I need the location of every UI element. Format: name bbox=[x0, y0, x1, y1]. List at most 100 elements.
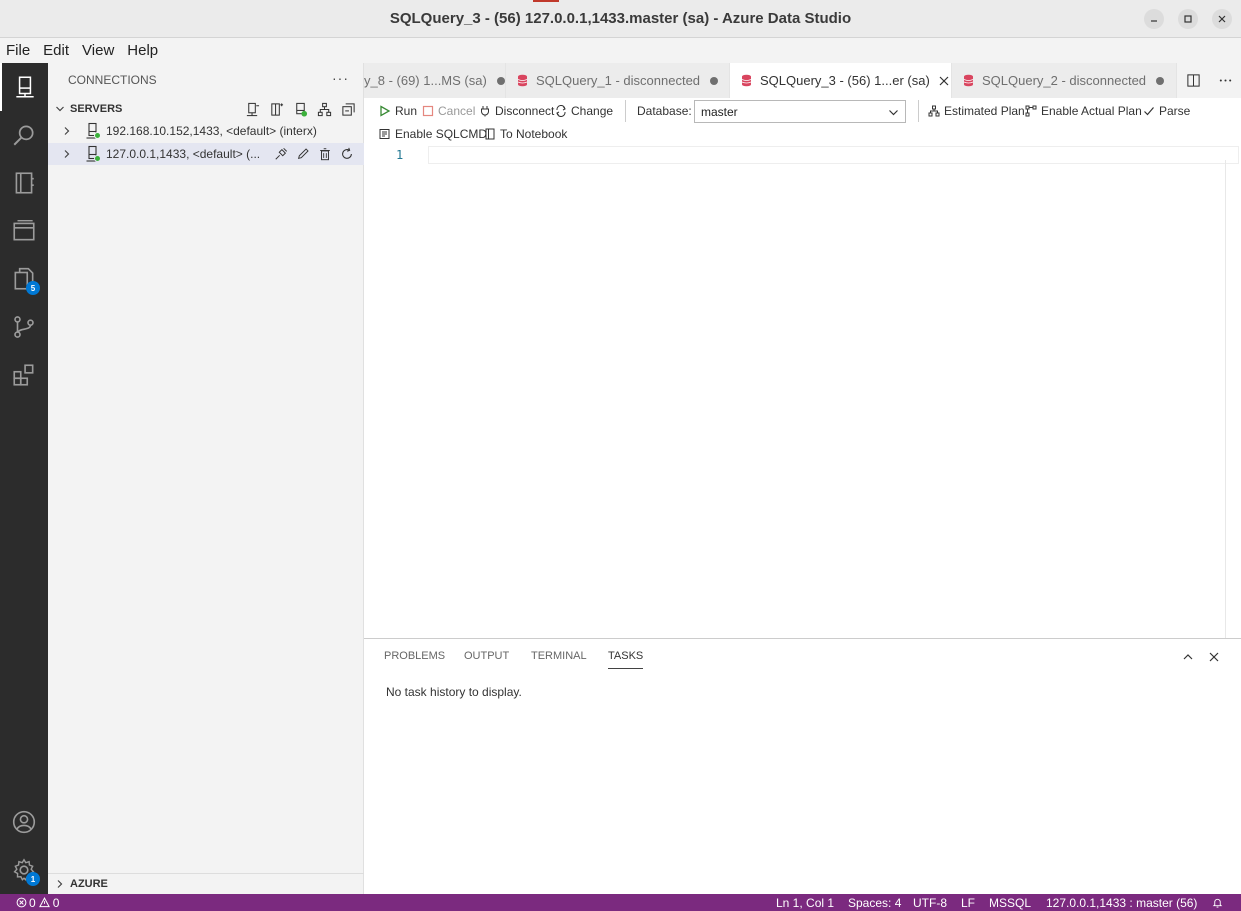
activity-settings[interactable]: 1 bbox=[0, 846, 48, 894]
activity-source-control[interactable] bbox=[0, 303, 48, 351]
database-dropdown[interactable]: master bbox=[694, 100, 906, 123]
warning-icon bbox=[38, 897, 50, 908]
disconnect-server-button[interactable] bbox=[270, 145, 292, 163]
delete-connection-button[interactable] bbox=[314, 145, 336, 163]
eol-status[interactable]: LF bbox=[961, 895, 975, 910]
language-status[interactable]: MSSQL bbox=[989, 895, 1031, 910]
connections-icon bbox=[16, 76, 34, 98]
encoding-status[interactable]: UTF-8 bbox=[913, 895, 947, 910]
tab-terminal[interactable]: TERMINAL bbox=[531, 650, 587, 662]
window-title: SQLQuery_3 - (56) 127.0.0.1,1433.master … bbox=[389, 10, 852, 27]
more-icon[interactable] bbox=[1218, 73, 1233, 88]
chevron-right-icon[interactable] bbox=[60, 149, 74, 159]
disconnect-label: Disconnect bbox=[495, 104, 555, 118]
panel-actions bbox=[1175, 649, 1227, 665]
close-window-button[interactable] bbox=[1212, 9, 1232, 29]
close-panel-button[interactable] bbox=[1201, 649, 1227, 665]
server-node[interactable]: 127.0.0.1,1433, <default> (... bbox=[48, 143, 364, 165]
menu-edit[interactable]: Edit bbox=[43, 42, 69, 59]
bottom-panel: PROBLEMS OUTPUT TERMINAL TASKS No task h… bbox=[364, 638, 1241, 894]
problems-status[interactable]: 0 0 bbox=[16, 895, 59, 910]
servers-section-header[interactable]: SERVERS bbox=[48, 98, 364, 120]
maximize-button[interactable] bbox=[1178, 9, 1198, 29]
tab-query-8[interactable]: y_8 - (69) 1...MS (sa) bbox=[364, 63, 506, 98]
run-button[interactable]: Run bbox=[379, 101, 417, 121]
collapse-all-button[interactable] bbox=[312, 99, 336, 119]
estimated-plan-button[interactable]: Estimated Plan bbox=[928, 101, 1025, 121]
activity-search[interactable] bbox=[0, 111, 48, 159]
maximize-panel-button[interactable] bbox=[1175, 649, 1201, 665]
bell-icon bbox=[1212, 898, 1223, 908]
cancel-label: Cancel bbox=[438, 104, 476, 118]
connection-status[interactable]: 127.0.0.1,1433 : master (56) bbox=[1046, 895, 1197, 910]
editor-scrollbar[interactable] bbox=[1225, 160, 1226, 638]
notifications-button[interactable] bbox=[1212, 895, 1223, 910]
notebook-icon bbox=[485, 128, 495, 140]
chevron-right-icon[interactable] bbox=[60, 126, 74, 136]
activity-explorer[interactable] bbox=[0, 207, 48, 255]
enable-actual-plan-button[interactable]: Enable Actual Plan bbox=[1025, 101, 1142, 121]
servers-actions bbox=[240, 99, 360, 119]
unsaved-dot-icon bbox=[710, 76, 719, 85]
cancel-button[interactable]: Cancel bbox=[422, 101, 475, 121]
database-icon bbox=[741, 74, 752, 87]
split-editor-icon[interactable] bbox=[1186, 73, 1201, 88]
menu-help[interactable]: Help bbox=[127, 42, 158, 59]
azure-section-header[interactable]: AZURE bbox=[48, 873, 364, 894]
tab-problems[interactable]: PROBLEMS bbox=[384, 650, 445, 662]
more-actions-button[interactable]: ··· bbox=[332, 70, 349, 86]
unsaved-dot-icon bbox=[496, 76, 505, 85]
plug-icon bbox=[275, 147, 288, 160]
error-icon bbox=[16, 897, 27, 908]
collapse-button[interactable] bbox=[336, 99, 360, 119]
server-row-actions bbox=[270, 145, 358, 163]
activity-extensions[interactable] bbox=[0, 351, 48, 399]
activity-connections[interactable] bbox=[0, 63, 48, 111]
connected-status-dot bbox=[94, 132, 101, 139]
menu-file[interactable]: File bbox=[6, 42, 30, 59]
disconnect-icon bbox=[481, 106, 489, 117]
server-icon bbox=[84, 122, 102, 140]
estimated-plan-label: Estimated Plan bbox=[944, 104, 1025, 118]
tab-label: SQLQuery_3 - (56) 1...er (sa) bbox=[760, 73, 930, 88]
new-connection-button[interactable] bbox=[240, 99, 264, 119]
collapse-all-icon bbox=[341, 102, 355, 116]
settings-badge: 1 bbox=[26, 872, 40, 886]
cursor-position[interactable]: Ln 1, Col 1 bbox=[776, 895, 834, 910]
tab-sqlquery-1[interactable]: SQLQuery_1 - disconnected bbox=[506, 63, 730, 98]
tab-label: y_8 - (69) 1...MS (sa) bbox=[364, 73, 487, 88]
minimize-button[interactable] bbox=[1144, 9, 1164, 29]
parse-button[interactable]: Parse bbox=[1143, 101, 1190, 121]
tab-sqlquery-3[interactable]: SQLQuery_3 - (56) 1...er (sa) bbox=[730, 63, 952, 98]
activity-copy[interactable]: 5 bbox=[0, 255, 48, 303]
enable-actual-plan-label: Enable Actual Plan bbox=[1041, 104, 1142, 118]
tab-tasks[interactable]: TASKS bbox=[608, 650, 644, 669]
sqlcmd-icon bbox=[379, 129, 390, 139]
menu-view[interactable]: View bbox=[82, 42, 114, 59]
tab-label: SQLQuery_2 - disconnected bbox=[982, 73, 1147, 88]
change-connection-button[interactable]: Change bbox=[555, 101, 613, 121]
to-notebook-button[interactable]: To Notebook bbox=[484, 124, 567, 144]
server-node[interactable]: 192.168.10.152,1433, <default> (interx) bbox=[48, 120, 364, 142]
tab-output[interactable]: OUTPUT bbox=[464, 650, 509, 662]
query-editor[interactable]: 1 bbox=[364, 144, 1241, 638]
error-count: 0 bbox=[29, 895, 36, 910]
refresh-button[interactable] bbox=[336, 145, 358, 163]
enable-sqlcmd-button[interactable]: Enable SQLCMD bbox=[379, 124, 487, 144]
activity-account[interactable] bbox=[0, 798, 48, 846]
edit-connection-button[interactable] bbox=[292, 145, 314, 163]
tab-sqlquery-2[interactable]: SQLQuery_2 - disconnected bbox=[952, 63, 1177, 98]
title-bar: SQLQuery_3 - (56) 127.0.0.1,1433.master … bbox=[0, 0, 1241, 38]
server-icon bbox=[84, 145, 102, 163]
disconnect-button[interactable]: Disconnect bbox=[479, 101, 554, 121]
new-group-icon bbox=[270, 102, 283, 116]
menu-bar: File Edit View Help bbox=[0, 38, 1241, 63]
play-icon bbox=[380, 105, 391, 117]
activity-notebooks[interactable] bbox=[0, 159, 48, 207]
actual-plan-icon bbox=[1025, 105, 1037, 117]
indentation-status[interactable]: Spaces: 4 bbox=[848, 895, 901, 910]
connections-sidebar: CONNECTIONS ··· SERVERS 192.168.10.152,1… bbox=[48, 63, 364, 894]
show-active-connections-button[interactable] bbox=[288, 99, 312, 119]
new-server-group-button[interactable] bbox=[264, 99, 288, 119]
close-tab-icon[interactable] bbox=[938, 75, 950, 87]
